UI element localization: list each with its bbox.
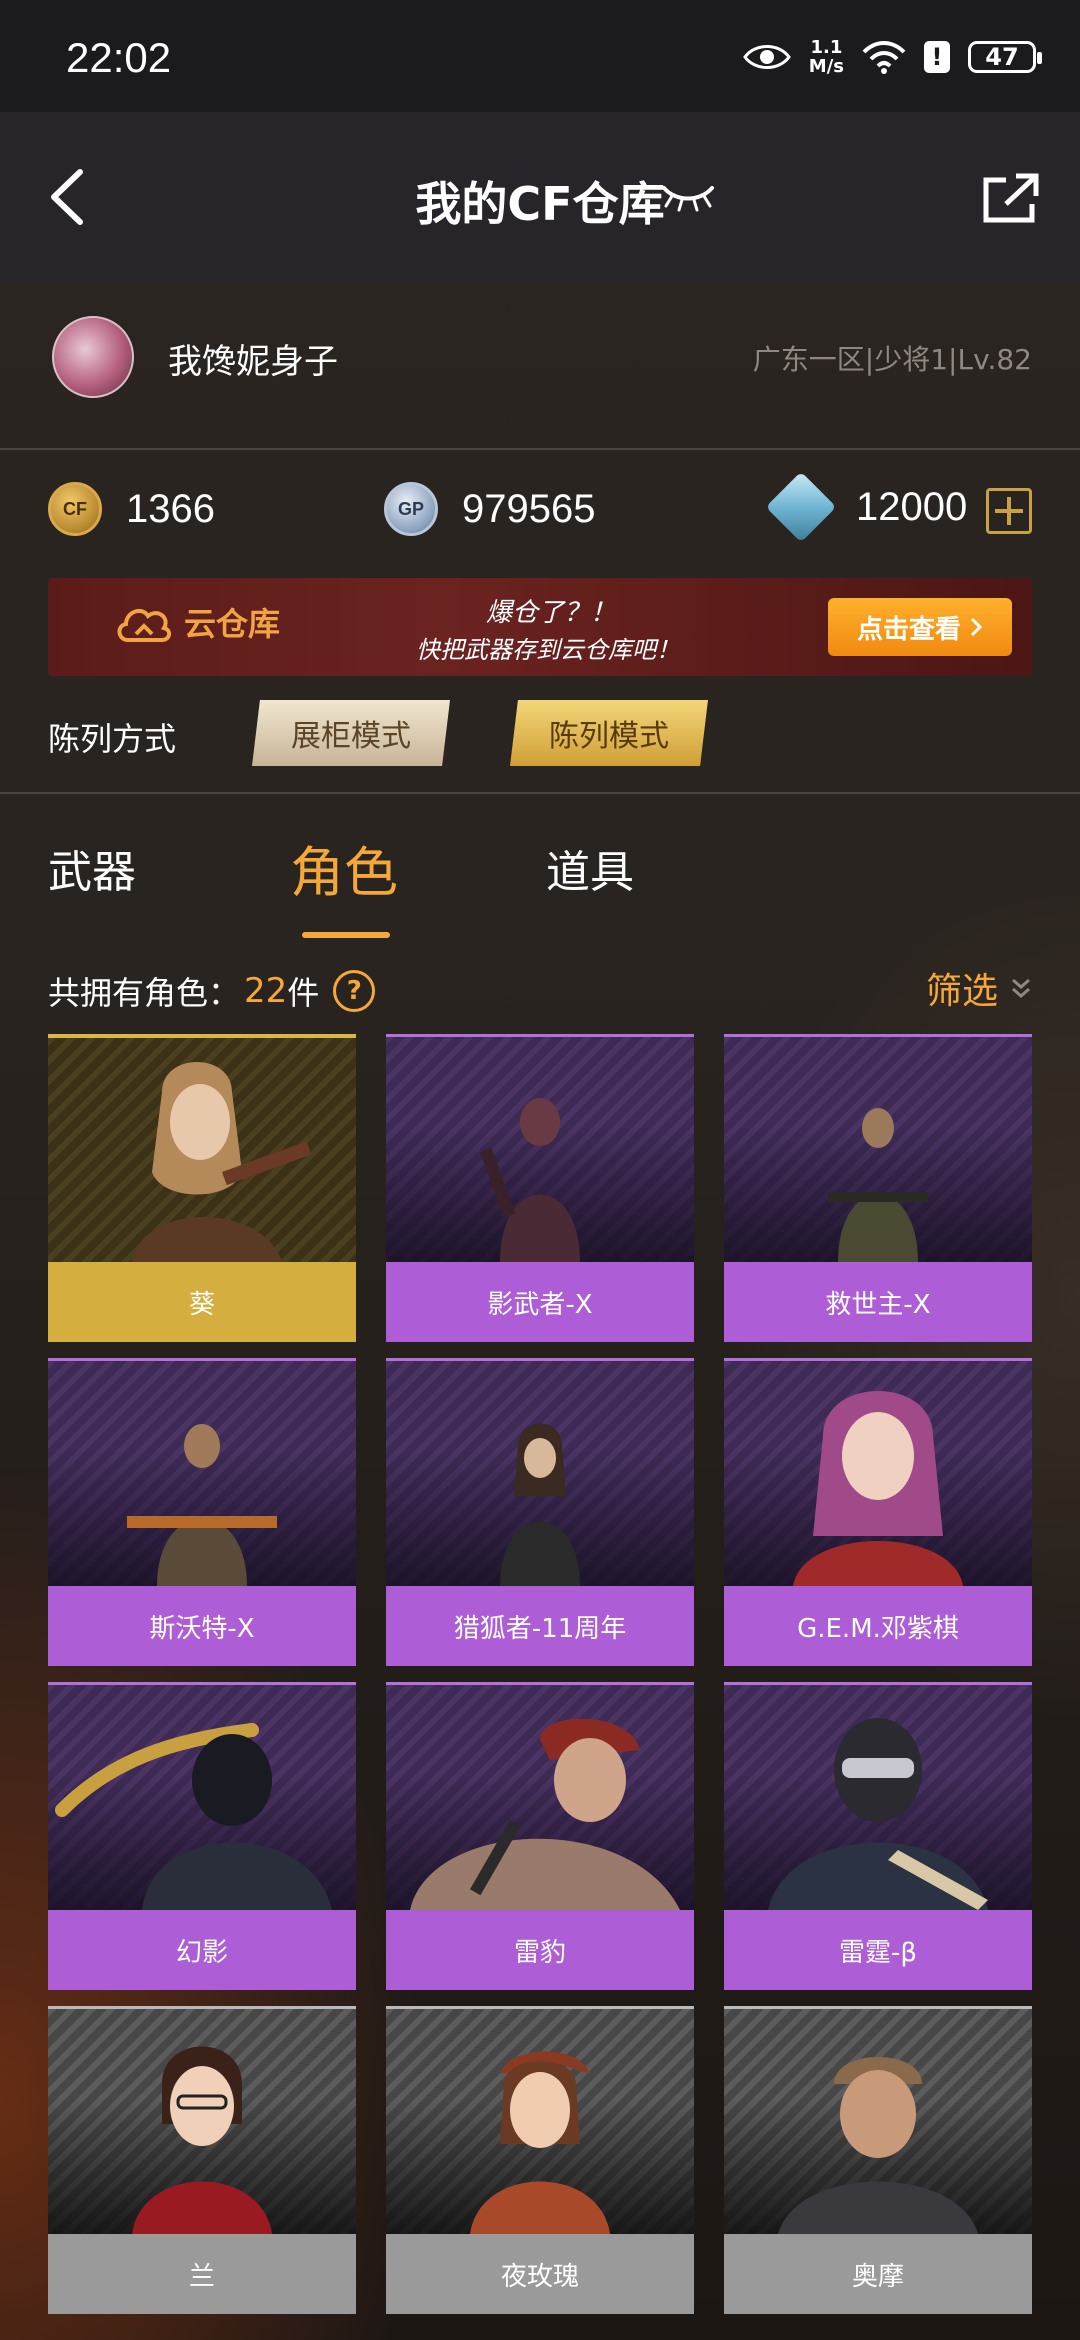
eye-icon <box>742 45 791 69</box>
character-art <box>48 2006 356 2234</box>
character-name: 雷豹 <box>386 1910 694 1990</box>
character-card[interactable]: 雷霆-β <box>724 1682 1032 1990</box>
cloud-storage-title: 云仓库 <box>114 598 280 646</box>
display-mode-button[interactable]: 陈列模式 <box>510 700 708 766</box>
cf-points: CF 1366 <box>48 482 215 536</box>
character-name: 夜玫瑰 <box>386 2234 694 2314</box>
character-name: 救世主-X <box>724 1262 1032 1342</box>
chevron-right-icon <box>970 617 983 637</box>
character-card[interactable]: G.E.M.邓紫棋 <box>724 1358 1032 1666</box>
character-name: 兰 <box>48 2234 356 2314</box>
cf-coin-icon: CF <box>48 482 102 536</box>
gp-points: GP 979565 <box>384 482 595 536</box>
profile-row: 我馋妮身子 广东一区|少将1|Lv.82 <box>0 282 1080 450</box>
character-art <box>48 1358 356 1586</box>
display-mode-row: 陈列方式 展柜模式 陈列模式 <box>0 690 1080 794</box>
cloud-storage-banner[interactable]: 云仓库 爆仓了？！ 快把武器存到云仓库吧！ 点击查看 <box>48 578 1032 676</box>
character-card[interactable]: 兰 <box>48 2006 356 2314</box>
character-name: 影武者-X <box>386 1262 694 1342</box>
summary-row: 共拥有角色： 22 件 ? 筛选 <box>0 950 1080 1026</box>
showcase-mode-button[interactable]: 展柜模式 <box>252 700 450 766</box>
character-name: 猎狐者-11周年 <box>386 1586 694 1666</box>
wifi-icon <box>862 41 906 74</box>
character-name: 葵 <box>48 1262 356 1342</box>
chevron-double-down-icon <box>1012 978 1030 998</box>
active-tab-indicator <box>302 932 390 938</box>
character-card[interactable]: 救世主-X <box>724 1034 1032 1342</box>
status-icons: 1.1 M/s ! 47 <box>742 32 1042 82</box>
character-card[interactable]: 夜玫瑰 <box>386 2006 694 2314</box>
character-art <box>724 2006 1032 2234</box>
character-art <box>724 1682 1032 1910</box>
character-card[interactable]: 奥摩 <box>724 2006 1032 2314</box>
character-count: 共拥有角色： 22 件 ? <box>48 968 376 1014</box>
add-currency-button[interactable] <box>986 488 1032 534</box>
character-art <box>724 1034 1032 1262</box>
character-art <box>386 1358 694 1586</box>
diamonds-value: 12000 <box>856 484 968 529</box>
gp-value: 979565 <box>462 486 596 531</box>
help-icon[interactable]: ? <box>333 970 376 1012</box>
view-cloud-button[interactable]: 点击查看 <box>828 598 1012 656</box>
status-bar: 22:02 1.1 M/s ! 47 <box>0 0 1080 112</box>
cloud-home-icon <box>117 608 171 642</box>
page-title: 我的CF仓库 <box>415 177 665 231</box>
tab-items[interactable]: 道具 <box>546 836 634 900</box>
character-card[interactable]: 葵 <box>48 1034 356 1342</box>
character-art <box>48 1682 356 1910</box>
display-mode-label: 陈列方式 <box>48 720 177 758</box>
character-card[interactable]: 影武者-X <box>386 1034 694 1342</box>
character-art <box>724 1358 1032 1586</box>
tab-characters[interactable]: 角色 <box>290 828 398 907</box>
tab-weapons[interactable]: 武器 <box>48 836 136 900</box>
currency-row: CF 1366 GP 979565 12000 <box>0 452 1080 572</box>
battery-indicator: 47 <box>968 41 1042 73</box>
diamonds: 12000 <box>765 471 968 543</box>
gp-coin-icon: GP <box>384 482 438 536</box>
character-name: 雷霆-β <box>724 1910 1032 1990</box>
character-card[interactable]: 雷豹 <box>386 1682 694 1990</box>
banner-slogan-2: 快把武器存到云仓库吧！ <box>416 636 680 664</box>
character-name: 斯沃特-X <box>48 1586 356 1666</box>
app-header: 我的CF仓库 <box>0 112 1080 282</box>
character-card[interactable]: 猎狐者-11周年 <box>386 1358 694 1666</box>
cf-points-value: 1366 <box>126 486 215 531</box>
filter-button[interactable]: 筛选 <box>926 962 1032 1014</box>
status-time: 22:02 <box>66 34 172 81</box>
alert-icon: ! <box>924 41 950 73</box>
banner-slogan-1: 爆仓了？！ <box>486 598 617 628</box>
character-card[interactable]: 斯沃特-X <box>48 1358 356 1666</box>
eye-closed-icon[interactable] <box>660 182 716 212</box>
character-art <box>386 1682 694 1910</box>
character-art <box>386 2006 694 2234</box>
server-info: 广东一区|少将1|Lv.82 <box>752 343 1032 376</box>
character-name: 奥摩 <box>724 2234 1032 2314</box>
character-card[interactable]: 幻影 <box>48 1682 356 1990</box>
character-name: G.E.M.邓紫棋 <box>724 1586 1032 1666</box>
network-speed: 1.1 M/s <box>808 37 844 77</box>
nickname: 我馋妮身子 <box>168 342 338 382</box>
avatar[interactable] <box>52 316 134 398</box>
character-art <box>48 1034 356 1262</box>
character-art <box>386 1034 694 1262</box>
category-tabs: 武器 角色 道具 <box>0 796 1080 946</box>
share-icon[interactable] <box>982 172 1040 224</box>
character-name: 幻影 <box>48 1910 356 1990</box>
diamond-icon <box>765 471 837 543</box>
